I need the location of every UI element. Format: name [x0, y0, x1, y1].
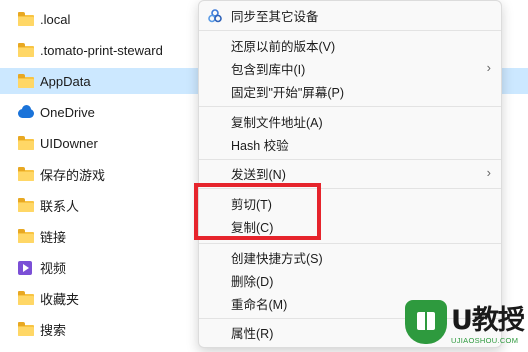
file-name: 收藏夹 [40, 291, 80, 307]
menu-item-delete[interactable]: 删除(D) [199, 269, 501, 292]
file-name: OneDrive [40, 104, 95, 120]
folder-icon [18, 135, 34, 150]
menu-item-label: 重命名(M) [231, 298, 288, 312]
menu-item-label: 固定到"开始"屏幕(P) [231, 86, 345, 100]
menu-item-label: Hash 校验 [231, 139, 289, 153]
menu-item-sync-devices[interactable]: 同步至其它设备 [199, 4, 501, 27]
watermark-title: U教授 [451, 305, 525, 336]
menu-item-send-to[interactable]: 发送到(N) › [199, 162, 501, 185]
menu-item-hash-check[interactable]: Hash 校验 [199, 133, 501, 156]
menu-item-label: 复制文件地址(A) [231, 116, 323, 130]
watermark-url: UJIAOSHOU.COM [451, 336, 519, 345]
menu-item-label: 同步至其它设备 [231, 10, 319, 24]
onedrive-cloud-icon [18, 104, 34, 119]
file-name: 保存的游戏 [40, 167, 106, 183]
file-name: 联系人 [40, 198, 80, 214]
menu-item-label: 属性(R) [231, 327, 274, 341]
menu-item-pin-to-start[interactable]: 固定到"开始"屏幕(P) [199, 80, 501, 103]
highlight-annotation-box [194, 183, 321, 240]
menu-item-label: 包含到库中(I) [231, 63, 306, 77]
chevron-right-icon: › [486, 165, 491, 180]
file-name: .local [40, 11, 71, 27]
folder-icon [18, 228, 34, 243]
watermark-logo: U教授 UJIAOSHOU.COM [403, 296, 527, 352]
menu-separator [199, 106, 501, 107]
video-icon [18, 260, 34, 275]
folder-icon [18, 42, 34, 57]
menu-item-create-shortcut[interactable]: 创建快捷方式(S) [199, 246, 501, 269]
folder-icon [18, 197, 34, 212]
sync-devices-icon [208, 9, 222, 23]
menu-item-restore-previous[interactable]: 还原以前的版本(V) [199, 34, 501, 57]
file-name: UIDowner [40, 135, 98, 151]
chevron-right-icon: › [486, 60, 491, 75]
menu-separator [199, 243, 501, 244]
file-name: 链接 [40, 229, 67, 245]
file-name: .tomato-print-steward [40, 42, 163, 58]
menu-separator [199, 159, 501, 160]
menu-item-label: 发送到(N) [231, 168, 286, 182]
folder-icon [18, 73, 34, 88]
folder-icon [18, 166, 34, 181]
menu-separator [199, 30, 501, 31]
menu-item-label: 创建快捷方式(S) [231, 252, 323, 266]
menu-item-label: 还原以前的版本(V) [231, 40, 336, 54]
folder-icon [18, 11, 34, 26]
shield-logo-icon [405, 300, 447, 344]
menu-item-include-in-library[interactable]: 包含到库中(I) › [199, 57, 501, 80]
folder-icon [18, 290, 34, 305]
file-name: 视频 [40, 260, 67, 276]
folder-icon [18, 321, 34, 336]
menu-item-label: 删除(D) [231, 275, 274, 289]
file-name: AppData [40, 73, 91, 89]
file-name: 搜索 [40, 322, 67, 338]
menu-item-copy-path[interactable]: 复制文件地址(A) [199, 110, 501, 133]
